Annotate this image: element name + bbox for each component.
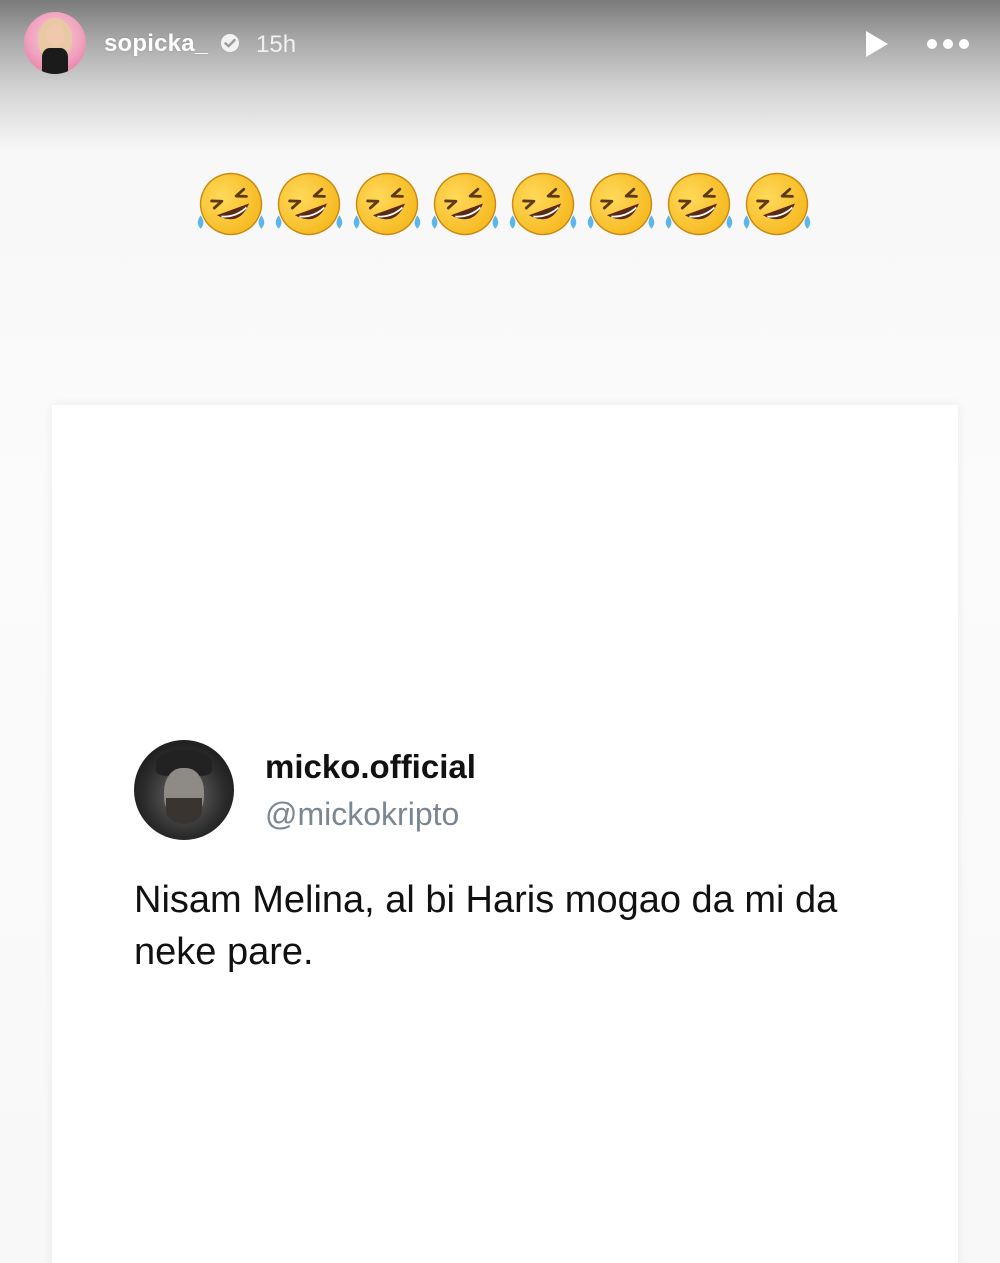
story-view: sopicka_ 15h micko.official @mickokripto… bbox=[0, 0, 1000, 1263]
profile-avatar[interactable] bbox=[24, 12, 86, 74]
story-timestamp: 15h bbox=[256, 31, 297, 58]
avatar-face bbox=[46, 24, 64, 46]
rofl-emoji-icon bbox=[197, 172, 265, 236]
rofl-emoji-icon bbox=[353, 172, 421, 236]
rofl-emoji-icon bbox=[431, 172, 499, 236]
story-header: sopicka_ 15h bbox=[0, 0, 1000, 90]
story-username[interactable]: sopicka_ bbox=[104, 30, 208, 58]
tweet-text: Nisam Melina, al bi Haris mogao da mi da… bbox=[134, 879, 838, 973]
play-icon[interactable] bbox=[860, 28, 892, 60]
verified-badge-icon bbox=[221, 34, 239, 52]
rofl-emoji-icon bbox=[665, 172, 733, 236]
rofl-emoji-icon bbox=[743, 172, 811, 236]
rofl-emoji-icon bbox=[275, 172, 343, 236]
rofl-emoji-icon bbox=[587, 172, 655, 236]
emoji-row bbox=[192, 166, 822, 242]
tweet-handle[interactable]: @mickokripto bbox=[265, 796, 459, 833]
rofl-emoji-icon bbox=[509, 172, 577, 236]
tweet-avatar[interactable] bbox=[134, 740, 234, 840]
more-options-icon[interactable] bbox=[924, 32, 972, 56]
tweet-avatar-beard bbox=[166, 798, 202, 824]
tweet-display-name[interactable]: micko.official bbox=[265, 748, 476, 786]
avatar-dress bbox=[42, 48, 68, 74]
